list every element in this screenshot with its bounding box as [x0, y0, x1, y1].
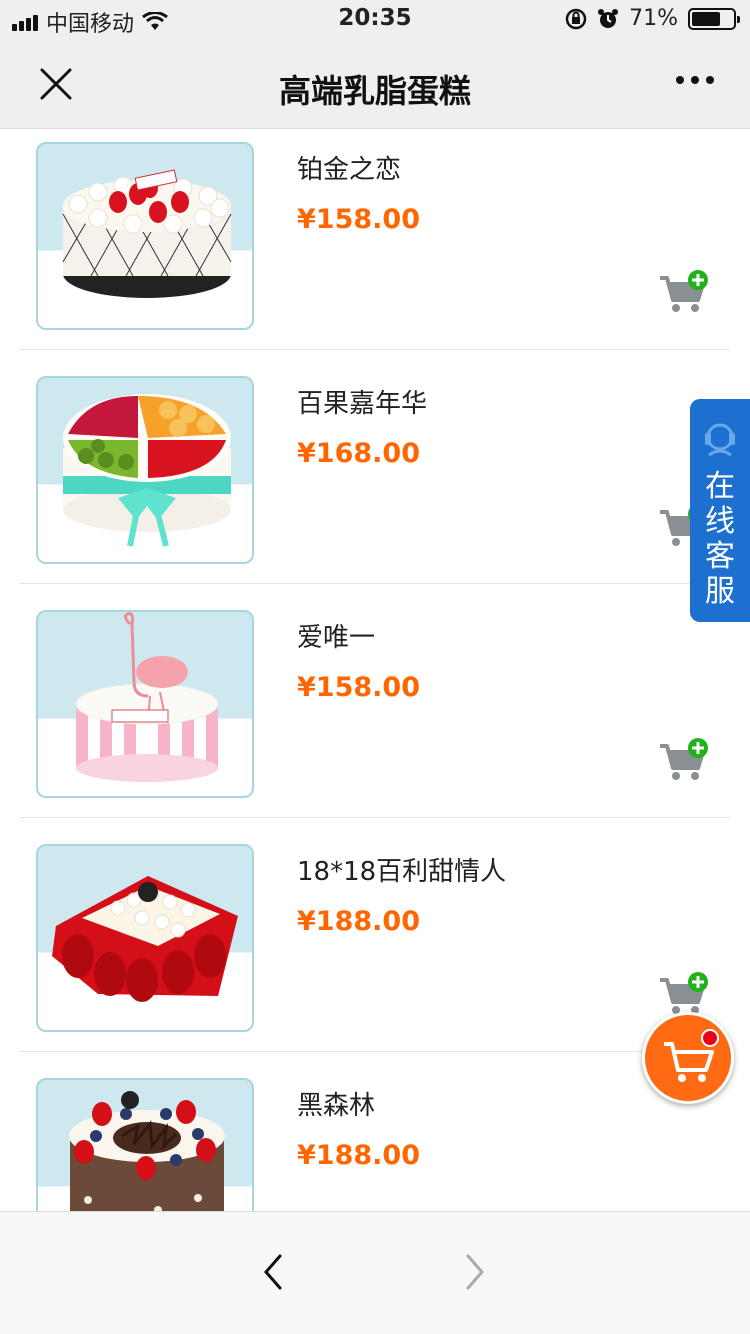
- product-name[interactable]: 爱唯一: [297, 617, 375, 654]
- back-arrow-icon[interactable]: [258, 1252, 288, 1292]
- product-list[interactable]: 铂金之恋 ¥158.00 百果嘉年华 ¥168.00 爱唯一 ¥158.00 1…: [0, 129, 750, 1211]
- product-image[interactable]: [20, 140, 270, 332]
- forward-arrow-icon[interactable]: [460, 1252, 490, 1292]
- product-item[interactable]: 铂金之恋 ¥158.00: [20, 129, 730, 350]
- rotation-lock-icon: [565, 8, 587, 29]
- product-image-frame: [36, 376, 254, 564]
- add-to-cart-icon[interactable]: [658, 972, 708, 1016]
- add-to-cart-icon[interactable]: [658, 738, 708, 782]
- online-customer-service-tab[interactable]: 在 线 客 服: [690, 399, 750, 622]
- product-name[interactable]: 18*18百利甜情人: [297, 851, 506, 888]
- add-to-cart-icon[interactable]: [658, 270, 708, 314]
- cs-char: 客: [705, 539, 735, 574]
- cake-platinum-love-image: [62, 169, 232, 298]
- product-item[interactable]: 爱唯一 ¥158.00: [20, 584, 730, 818]
- floating-cart-button[interactable]: [642, 1012, 734, 1104]
- cs-char: 在: [705, 469, 735, 504]
- more-icon[interactable]: [676, 76, 714, 84]
- product-image[interactable]: [20, 374, 270, 566]
- product-image[interactable]: [20, 842, 270, 1034]
- product-item[interactable]: 百果嘉年华 ¥168.00: [20, 350, 730, 584]
- status-right: 71%: [565, 6, 740, 31]
- battery-percent: 71%: [629, 6, 678, 31]
- product-item[interactable]: 黑森林 ¥188.00: [20, 1052, 730, 1211]
- cs-char: 线: [705, 504, 735, 539]
- cake-baileys-lover-image: [52, 876, 238, 1002]
- battery-icon: [688, 7, 740, 30]
- cart-notification-dot: [701, 1029, 719, 1047]
- headset-icon: [705, 423, 735, 457]
- nav-bar: 高端乳脂蛋糕: [0, 40, 750, 129]
- product-image-frame: [36, 610, 254, 798]
- product-name[interactable]: 百果嘉年华: [297, 383, 427, 420]
- product-name[interactable]: 铂金之恋: [297, 149, 401, 186]
- product-price: ¥168.00: [297, 438, 420, 469]
- status-bar: 中国移动 20:35 71%: [0, 0, 750, 40]
- product-price: ¥188.00: [297, 906, 420, 937]
- alarm-icon: [598, 8, 619, 28]
- product-item[interactable]: 18*18百利甜情人 ¥188.00: [20, 818, 730, 1052]
- online-customer-service-label: 在 线 客 服: [690, 469, 750, 609]
- product-image[interactable]: [20, 608, 270, 800]
- product-image-frame: [36, 142, 254, 330]
- product-price: ¥158.00: [297, 672, 420, 703]
- cake-fruit-carnival-image: [63, 394, 231, 547]
- cs-char: 服: [705, 574, 735, 609]
- cake-black-forest-image: [69, 1091, 225, 1211]
- product-image[interactable]: [20, 1076, 270, 1211]
- shopping-cart-icon: [664, 1042, 714, 1082]
- battery-fill: [692, 11, 721, 26]
- page-title: 高端乳脂蛋糕: [278, 72, 471, 110]
- cake-only-love-image: [75, 612, 219, 782]
- product-name[interactable]: 黑森林: [297, 1085, 375, 1122]
- product-image-frame: [36, 844, 254, 1032]
- product-price: ¥158.00: [297, 204, 420, 235]
- product-price: ¥188.00: [297, 1140, 420, 1171]
- bottom-toolbar: [0, 1211, 750, 1334]
- product-image-frame: [36, 1078, 254, 1211]
